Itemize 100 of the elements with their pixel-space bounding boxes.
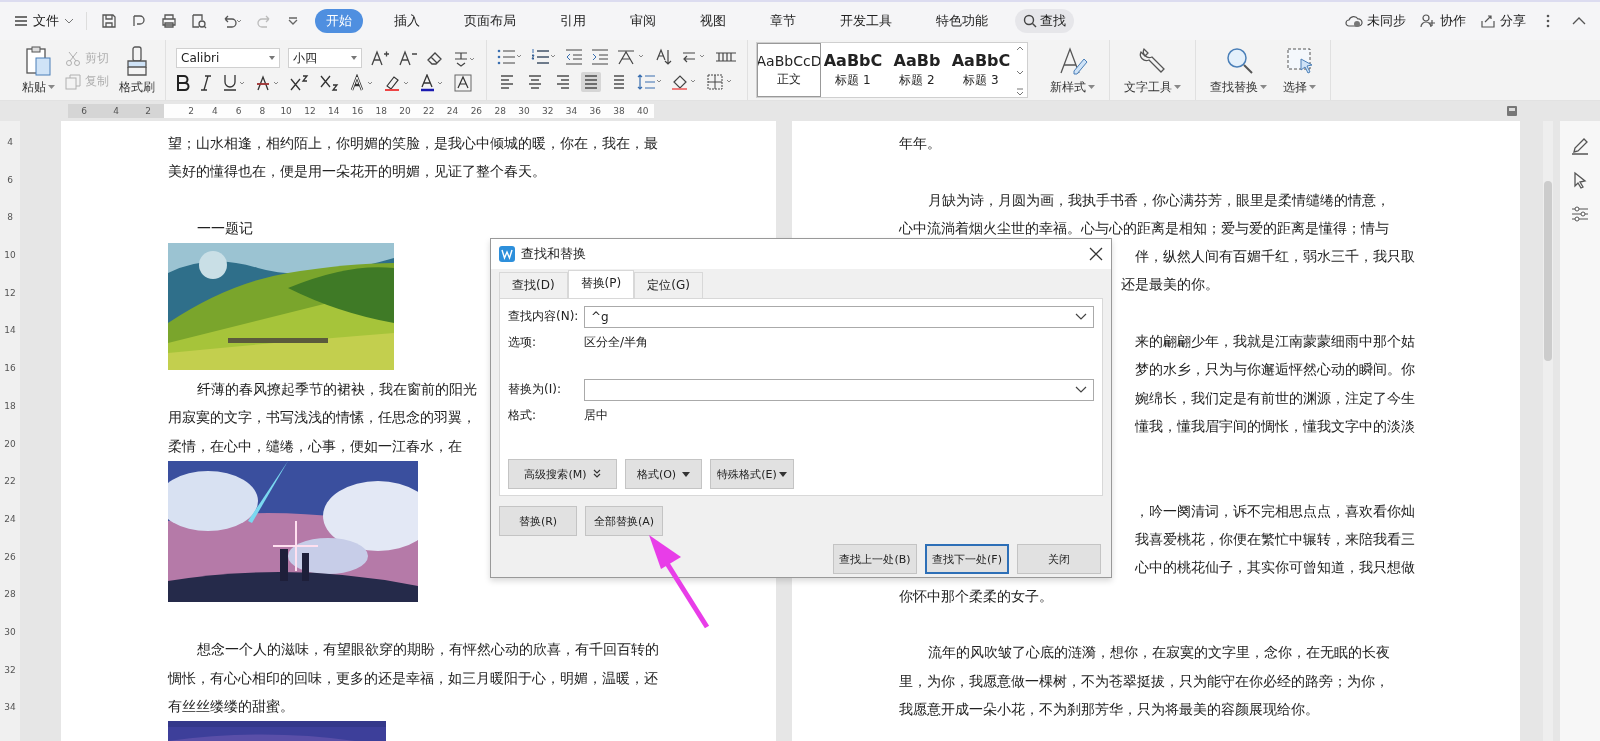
more-icon[interactable] (1546, 14, 1550, 28)
dropdown-button[interactable]: 特殊格式(E) (710, 459, 794, 489)
strikethrough-icon[interactable] (256, 74, 280, 92)
find-field[interactable]: ^g (584, 305, 1094, 328)
decrease-indent-icon[interactable] (565, 49, 583, 65)
ruler-number: 4 (210, 106, 219, 116)
caret-icon (778, 471, 787, 477)
ruler-number: 2 (187, 106, 195, 116)
new-style-button[interactable]: 新样式 (1050, 44, 1095, 96)
caret-icon (1260, 85, 1267, 89)
brush-icon (124, 44, 150, 77)
style-item[interactable]: AaBb 标题 2 (885, 43, 949, 97)
add-person-icon (1420, 14, 1436, 28)
paragraph-line: 梦的水乡，只为与你邂逅怦然心动的瞬间。你 (1135, 360, 1415, 380)
char-border-icon[interactable] (454, 74, 472, 92)
ribbon-tab[interactable]: 开发工具 (829, 9, 903, 33)
ruler-number: 32 (4, 663, 16, 677)
paragraph-line: 年年。 (899, 134, 942, 153)
line-break-icon[interactable] (681, 49, 707, 65)
text-tools-button[interactable]: 文字工具 (1124, 44, 1181, 96)
replace-button[interactable]: 全部替换(A) (585, 506, 663, 536)
paragraph-line: 月缺为诗，月圆为画，我执手书香，你心满芬芳，眼里是柔情缱绻的情意， (927, 190, 1391, 210)
replace-field[interactable] (584, 378, 1094, 401)
paragraph-line: ，吟一阕清词，诉不完相思点点，喜欢看你灿 (1135, 501, 1415, 521)
ribbon-tab[interactable]: 章节 (759, 9, 807, 33)
ruler-number: 28 (493, 106, 507, 116)
cursor-icon[interactable] (1571, 171, 1589, 189)
grow-font-icon[interactable] (370, 49, 390, 67)
field-label: 查找内容(N): (508, 308, 580, 326)
file-menu[interactable]: 文件 (14, 12, 87, 30)
subscript-icon[interactable] (320, 74, 340, 92)
font-name-field[interactable]: Calibri (176, 48, 280, 68)
phonetic-icon[interactable] (452, 49, 476, 67)
customize-icon[interactable] (287, 15, 299, 27)
ribbon-tab[interactable]: 视图 (689, 9, 737, 33)
ruler-number: 24 (445, 106, 460, 116)
ribbon-tab[interactable]: 特色功能 (925, 9, 999, 33)
font-color-icon[interactable] (420, 74, 444, 92)
bold-icon[interactable] (176, 75, 190, 91)
double-chevron-icon (592, 469, 601, 479)
pen-icon[interactable] (1571, 137, 1589, 155)
sort-icon[interactable] (655, 48, 673, 66)
align-icon[interactable] (581, 72, 601, 92)
style-item[interactable]: AaBbC 标题 3 (949, 43, 1013, 97)
scrollbar[interactable] (1543, 121, 1553, 741)
search-button[interactable]: 查找 (1015, 9, 1074, 33)
highlight-icon[interactable] (384, 74, 410, 92)
paste-button[interactable]: 粘贴 (22, 44, 55, 96)
clipboard-icon (23, 44, 54, 77)
ribbon-tab[interactable]: 页面布局 (453, 9, 527, 33)
italic-icon[interactable] (200, 75, 212, 91)
collaborate-button[interactable]: 协作 (1420, 12, 1466, 30)
field-label: 替换为(I): (508, 381, 562, 399)
ribbon-tab[interactable]: 插入 (383, 9, 431, 33)
close-icon[interactable] (1089, 247, 1103, 261)
ruler-number: 26 (469, 106, 484, 116)
eraser-icon[interactable] (426, 50, 444, 66)
collapse-icon[interactable] (1572, 17, 1586, 25)
font-size-field[interactable]: 小四 (288, 48, 362, 68)
dialog-tab[interactable]: 定位(G) (634, 272, 703, 298)
bullet-list-icon[interactable] (497, 49, 523, 65)
dropdown-button[interactable]: 高级搜索(M) (508, 459, 617, 489)
export-icon[interactable] (131, 13, 147, 29)
ruler-number: 24 (4, 512, 16, 526)
format-painter-button[interactable]: 格式刷 (119, 44, 155, 96)
text-effect-icon[interactable] (350, 74, 374, 92)
dialog-button[interactable]: 关闭 (1017, 544, 1101, 574)
save-icon[interactable] (101, 13, 117, 29)
ribbon-tab[interactable]: 引用 (549, 9, 597, 33)
ruler-number: 32 (541, 106, 555, 116)
superscript-icon[interactable] (290, 74, 310, 92)
dialog-tab[interactable]: 替换(P) (567, 270, 635, 298)
share-icon (1480, 14, 1496, 28)
table-icon[interactable] (715, 51, 737, 63)
dialog-button[interactable]: 查找下一处(F) (925, 544, 1009, 574)
scrollbar-thumb[interactable] (1544, 181, 1552, 361)
numbered-list-icon[interactable] (531, 49, 557, 65)
underline-icon[interactable] (222, 74, 246, 92)
dialog-tab[interactable]: 查找(D) (499, 272, 568, 298)
ribbon-tab[interactable]: 审阅 (619, 9, 667, 33)
line-spacing-icon[interactable] (637, 74, 663, 90)
dropdown-button[interactable]: 格式(O) (625, 459, 702, 489)
shrink-font-icon[interactable] (398, 49, 418, 67)
share-button[interactable]: 分享 (1480, 12, 1526, 30)
print-icon[interactable] (161, 13, 177, 29)
dialog-button[interactable]: 查找上一处(B) (833, 544, 917, 574)
sliders-icon[interactable] (1571, 205, 1589, 223)
ruler-number: 8 (258, 106, 267, 116)
find-replace-button[interactable]: 查找替换 (1210, 44, 1267, 96)
style-item[interactable]: AaBbC 标题 1 (821, 43, 885, 97)
select-button[interactable]: 选择 (1283, 44, 1316, 96)
ruler-toggle-icon[interactable] (1506, 105, 1518, 117)
sync-button[interactable]: 未同步 (1345, 12, 1406, 30)
replace-button[interactable]: 替换(R) (499, 506, 577, 536)
increase-indent-icon[interactable] (591, 49, 609, 65)
ruler-number: 26 (4, 550, 16, 564)
ruler-number: 12 (4, 286, 16, 300)
preview-icon[interactable] (191, 13, 207, 29)
ruler-number: 38 (612, 106, 626, 116)
paragraph-line: 望；山水相逢，相约陌上，你明媚的笑脸，是我心中倾城的暖，你在，我在，最 (168, 135, 658, 151)
